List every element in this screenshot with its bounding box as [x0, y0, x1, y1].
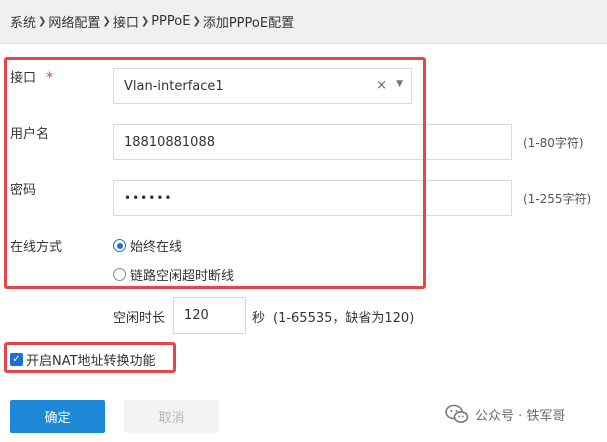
breadcrumb-item-interface[interactable]: 接口 [113, 12, 139, 31]
breadcrumb-item-system[interactable]: 系统 [10, 12, 36, 31]
online-mode-label: 在线方式 [10, 240, 63, 255]
nat-label: 开启NAT地址转换功能 [26, 354, 156, 369]
confirm-button[interactable]: 确定 [10, 400, 105, 433]
breadcrumb-item-pppoe[interactable]: PPPoE [151, 14, 190, 29]
breadcrumb: 系统 ❯ 网络配置 ❯ 接口 ❯ PPPoE ❯ 添加PPPoE配置 [0, 0, 607, 44]
interface-select-value: Vlan-interface1 [124, 78, 224, 94]
chevron-right-icon: ❯ [102, 16, 111, 27]
interface-label: 接口 * [10, 67, 53, 86]
password-label: 密码 [10, 183, 37, 198]
clear-icon[interactable]: × [376, 78, 387, 93]
required-mark: * [46, 70, 54, 86]
nat-checkbox-row[interactable]: ✓ 开启NAT地址转换功能 [10, 350, 156, 369]
radio-always-online[interactable]: 始终在线 [113, 236, 182, 255]
interface-select[interactable]: Vlan-interface1 × ▼ [113, 68, 412, 104]
idle-label: 空闲时长 [113, 311, 166, 326]
chevron-right-icon: ❯ [140, 16, 150, 27]
interface-label-text: 接口 [10, 71, 37, 86]
username-value: 18810881088 [124, 134, 215, 150]
cancel-button[interactable]: 取消 [124, 400, 219, 433]
chevron-right-icon: ❯ [38, 16, 47, 27]
idle-input[interactable]: 120 [173, 297, 246, 334]
password-hint: (1-255字符) [523, 192, 592, 206]
breadcrumb-item-current: 添加PPPoE配置 [202, 16, 295, 31]
password-value: •••••• [124, 191, 173, 205]
password-input[interactable]: •••••• [113, 180, 512, 216]
wechat-icon [445, 404, 469, 423]
idle-unit: 秒 [252, 311, 266, 326]
checkbox-checked-icon[interactable]: ✓ [10, 353, 23, 366]
chevron-right-icon: ❯ [192, 16, 201, 27]
username-label: 用户名 [10, 127, 50, 142]
idle-value: 120 [184, 308, 209, 323]
watermark: 公众号 · 铁军哥 [445, 404, 565, 424]
breadcrumb-item-network[interactable]: 网络配置 [48, 12, 100, 31]
idle-hint: (1-65535，缺省为120) [273, 311, 415, 326]
chevron-down-icon[interactable]: ▼ [396, 79, 403, 89]
username-input[interactable]: 18810881088 [113, 124, 512, 160]
radio-idle-disconnect-label: 链路空闲超时断线 [130, 269, 235, 284]
watermark-text: 公众号 · 铁军哥 [475, 408, 566, 424]
radio-idle-disconnect[interactable]: 链路空闲超时断线 [113, 265, 234, 284]
radio-always-online-label: 始终在线 [130, 240, 183, 255]
radio-unchecked-icon[interactable] [113, 268, 126, 281]
username-hint: (1-80字符) [523, 136, 584, 150]
radio-checked-icon[interactable] [113, 239, 126, 252]
